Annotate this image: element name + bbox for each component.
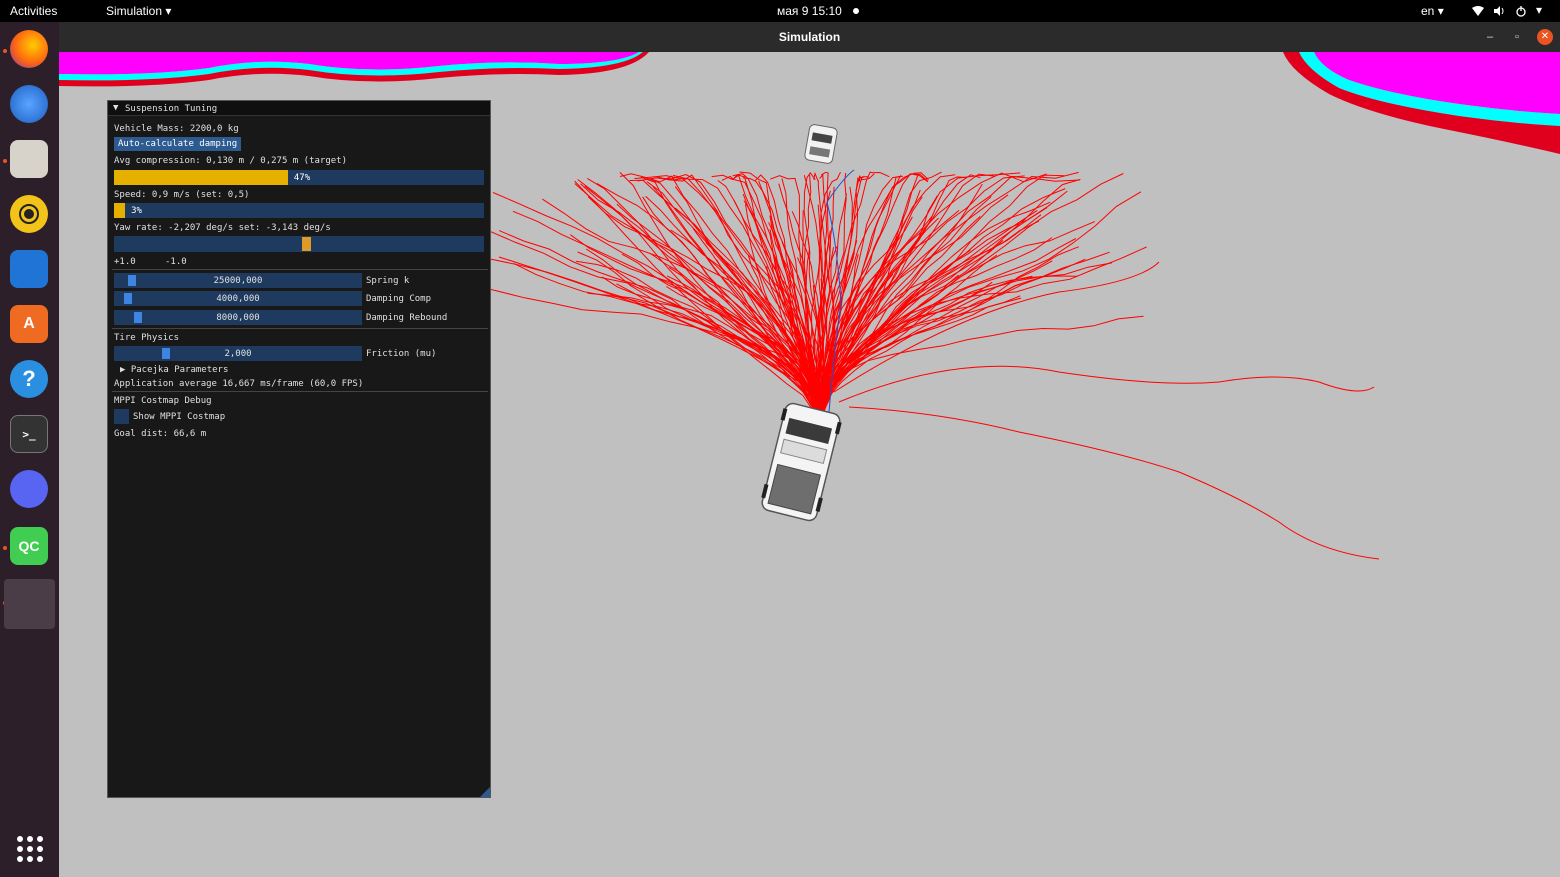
damping-rebound-value: 8000,000 [216, 313, 260, 323]
panel-header[interactable]: ▼ Suspension Tuning [108, 101, 490, 116]
trajectory-path [817, 246, 1147, 413]
show-costmap-checkbox[interactable] [114, 409, 129, 424]
damping-rebound-label: Damping Rebound [366, 313, 448, 323]
qt-creator-label: QC [18, 538, 40, 554]
top-bar: Activities Simulation ▾ мая 9 15:10 en ▾… [0, 0, 1560, 22]
running-indicator [3, 159, 7, 163]
language-label: en [1421, 4, 1435, 18]
speed-progress-fill [114, 203, 126, 218]
spring-k-slider[interactable]: 25000,000 [114, 273, 362, 288]
panel-title: Suspension Tuning [125, 104, 218, 114]
compression-progress-bar: 47% [114, 170, 484, 185]
goal-dist-text: Goal dist: 66,6 m [114, 429, 207, 439]
firefox-icon[interactable] [10, 30, 48, 68]
language-indicator[interactable]: en ▾ [1421, 4, 1444, 18]
compression-progress-label: 47% [293, 173, 311, 183]
auto-calculate-damping-button[interactable]: Auto-calculate damping [114, 137, 242, 151]
dock: A ? >_ QC [0, 22, 59, 877]
thunderbird-icon[interactable] [10, 85, 48, 123]
mppi-trajectories [439, 171, 1380, 560]
avg-compression-text: Avg compression: 0,130 m / 0,275 m (targ… [114, 156, 347, 166]
app-menu[interactable]: Simulation ▾ [106, 4, 171, 18]
friction-slider[interactable]: 2,000 [114, 346, 362, 361]
terminal-icon[interactable]: >_ [10, 415, 48, 453]
files-icon[interactable] [10, 140, 48, 178]
writer-icon[interactable] [10, 250, 48, 288]
collapse-triangle-icon[interactable]: ▼ [113, 103, 118, 113]
power-icon [1516, 5, 1526, 17]
tire-physics-header: Tire Physics [114, 333, 180, 343]
rhythmbox-icon[interactable] [10, 195, 48, 233]
ego-vehicle [761, 402, 842, 522]
yaw-rate-text: Yaw rate: -2,207 deg/s set: -3,143 deg/s [114, 223, 331, 233]
yaw-slider-grab[interactable] [302, 237, 312, 251]
compression-progress-fill [114, 170, 288, 185]
speed-text: Speed: 0,9 m/s (set: 0,5) [114, 190, 250, 200]
maximize-button[interactable]: ▫ [1509, 29, 1525, 45]
window-title: Simulation [778, 30, 841, 44]
pacejka-label: Pacejka Parameters [130, 365, 229, 375]
notification-dot-icon [853, 8, 859, 14]
vehicle-mass-text: Vehicle Mass: 2200,0 kg [114, 124, 239, 134]
chevron-down-icon: ▾ [1536, 3, 1543, 17]
trajectory-path [838, 365, 1375, 403]
window-titlebar[interactable]: Simulation – ▫ ✕ [59, 22, 1560, 52]
discord-icon[interactable] [10, 470, 48, 508]
minimize-button[interactable]: – [1482, 29, 1498, 45]
app-average-text: Application average 16,667 ms/frame (60,… [114, 379, 364, 389]
wifi-icon [1472, 5, 1484, 16]
expand-triangle-icon: ▶ [120, 365, 126, 375]
running-indicator [3, 546, 7, 550]
volume-icon [1494, 5, 1504, 16]
damping-rebound-slider[interactable]: 8000,000 [114, 310, 362, 325]
simulation-app-icon[interactable] [4, 579, 55, 629]
app-center-icon[interactable]: A [10, 305, 48, 343]
clock[interactable]: мая 9 15:10 [777, 4, 842, 18]
costmap-debug-header: MPPI Costmap Debug [114, 396, 212, 406]
app-menu-label: Simulation [106, 4, 163, 18]
activities-button[interactable]: Activities [10, 4, 57, 18]
chevron-down-icon: ▾ [165, 4, 172, 18]
close-button[interactable]: ✕ [1537, 29, 1553, 45]
speed-progress-label: 3% [131, 206, 142, 216]
yaw-right-label: -1.0 [165, 257, 187, 267]
yaw-left-label: +1.0 [114, 257, 136, 267]
separator [112, 269, 488, 270]
friction-value: 2,000 [224, 349, 252, 359]
goal-vehicle [804, 124, 838, 164]
trajectory-path [848, 406, 1380, 560]
spring-k-value: 25000,000 [213, 276, 263, 286]
friction-label: Friction (mu) [366, 349, 437, 359]
damping-comp-value: 4000,000 [216, 294, 260, 304]
chevron-down-icon: ▾ [1437, 4, 1444, 18]
system-tray[interactable]: ▾ [1472, 3, 1542, 17]
damping-comp-slider[interactable]: 4000,000 [114, 291, 362, 306]
help-icon[interactable]: ? [10, 360, 48, 398]
damping-comp-label: Damping Comp [366, 294, 432, 304]
running-indicator [3, 49, 7, 53]
qt-creator-icon[interactable]: QC [10, 527, 48, 565]
speed-progress-bar: 3% [114, 203, 484, 218]
separator [112, 391, 488, 392]
separator [112, 328, 488, 329]
spring-k-label: Spring k [366, 276, 410, 286]
resize-grip[interactable] [480, 787, 490, 797]
pacejka-tree-node[interactable]: ▶ Pacejka Parameters [120, 365, 228, 375]
yaw-rate-slider[interactable] [114, 236, 484, 252]
show-apps-icon[interactable] [17, 836, 43, 862]
suspension-tuning-panel[interactable]: ▼ Suspension Tuning Vehicle Mass: 2200,0… [107, 100, 491, 798]
trajectory-path [816, 174, 1065, 413]
show-costmap-label: Show MPPI Costmap [133, 412, 226, 422]
